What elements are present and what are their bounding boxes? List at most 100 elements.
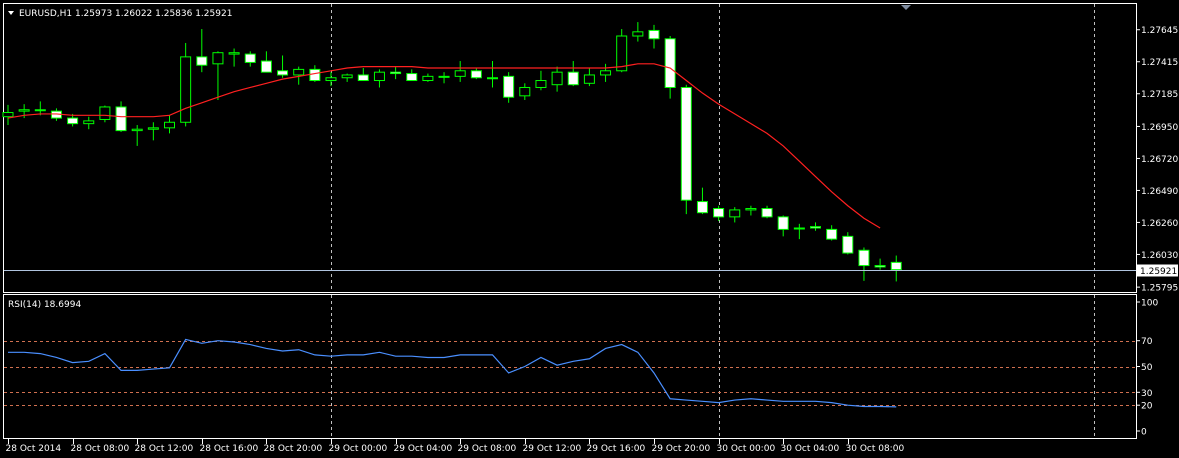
candle-body (535, 80, 547, 88)
candle-body (293, 68, 305, 76)
candle-body (131, 128, 143, 132)
candle (422, 73, 434, 82)
main-info-label: EURUSD,H1 1.25973 1.26022 1.25836 1.2592… (19, 9, 232, 19)
candle-body (34, 109, 46, 112)
candle-body (858, 249, 870, 267)
candle-body (583, 74, 595, 84)
candle (180, 42, 192, 127)
time-tick-label: 30 Oct 04:00 (781, 444, 840, 454)
candle (810, 222, 821, 231)
candle (874, 258, 886, 270)
candle-body (325, 77, 337, 82)
candle (777, 215, 789, 237)
candle (648, 24, 660, 49)
candle (696, 187, 708, 215)
candle (583, 68, 595, 87)
candle (826, 225, 838, 241)
vertical-grid (331, 4, 1095, 438)
candle (487, 61, 498, 88)
candle (632, 22, 644, 42)
candle (212, 51, 224, 100)
candle-body (2, 112, 14, 118)
price-tick-label: 1.26490 (1141, 187, 1178, 197)
candle (551, 66, 563, 92)
candle-body (793, 227, 805, 230)
candle (390, 66, 402, 80)
candle-body (890, 261, 902, 271)
candle-body (551, 71, 563, 86)
candle-body (503, 75, 515, 98)
candle-body (196, 56, 208, 66)
chart-window[interactable]: 1.27645 1.27415 1.27185 1.26950 1.26720 1.264… (0, 0, 1179, 458)
candle (2, 104, 14, 126)
candle-body (277, 70, 289, 76)
candle (503, 72, 515, 103)
candle-body (519, 86, 531, 97)
time-tick-label: 29 Oct 16:00 (587, 444, 646, 454)
candle-body (761, 208, 773, 218)
candle (858, 247, 870, 281)
candle-body (632, 31, 644, 37)
current-price-label: 1.25921 (1140, 267, 1177, 277)
candle-body (309, 68, 321, 82)
time-tick-label: 29 Oct 00:00 (329, 444, 388, 454)
candle (164, 115, 175, 134)
time-tick-label: 28 Oct 2014 (6, 444, 62, 454)
candle-body (729, 209, 741, 218)
candle-body (470, 70, 482, 79)
rsi-tick-label: 0 (1141, 428, 1147, 438)
collapse-triangle-icon[interactable] (8, 11, 14, 15)
time-tick-label: 28 Oct 08:00 (71, 444, 130, 454)
candle-body (260, 60, 272, 73)
current-price-line: 1.25921 (4, 264, 1178, 277)
price-tick-label: 1.26720 (1141, 155, 1178, 165)
candle (373, 69, 385, 88)
candle (83, 116, 95, 130)
candle (131, 125, 143, 146)
candle (519, 83, 531, 100)
candle-body (406, 73, 418, 82)
candle (842, 232, 854, 255)
shift-marker-icon[interactable] (901, 5, 911, 10)
candle (567, 61, 579, 87)
candle-body (228, 52, 240, 55)
candle (341, 73, 353, 82)
candle-body (777, 216, 789, 230)
candle (357, 68, 369, 82)
rsi-tick-label: 30 (1141, 389, 1153, 399)
candle-body (164, 121, 175, 129)
candle-body (648, 29, 660, 40)
price-tick-label: 1.27645 (1141, 26, 1178, 36)
main-pane-frame (3, 3, 1137, 293)
rsi-level-lines (4, 341, 1136, 406)
candle (147, 122, 159, 141)
rsi-tick-label: 20 (1141, 402, 1153, 412)
time-tick-label: 29 Oct 04:00 (394, 444, 453, 454)
candle (277, 55, 289, 78)
candles (2, 22, 902, 282)
candle-body (244, 53, 256, 63)
rsi-axis: 100 70 50 30 20 0 (1136, 299, 1158, 438)
time-tick-label: 29 Oct 08:00 (458, 444, 517, 454)
candle (761, 205, 773, 219)
candle-body (454, 70, 466, 77)
candle-body (357, 74, 369, 82)
chart-canvas[interactable]: 1.27645 1.27415 1.27185 1.26950 1.26720 1.264… (0, 0, 1179, 458)
time-tick-label: 30 Oct 08:00 (846, 444, 905, 454)
candle (793, 223, 805, 240)
rsi-pane-frame (3, 294, 1137, 439)
rsi-tick-label: 50 (1141, 363, 1153, 373)
rsi-info-label: RSI(14) 18.6994 (8, 300, 81, 310)
candle (535, 70, 547, 91)
time-tick-label: 28 Oct 12:00 (135, 444, 194, 454)
time-tick-label: 28 Oct 16:00 (200, 444, 259, 454)
rsi-line (8, 338, 897, 408)
price-tick-label: 1.26950 (1141, 123, 1178, 133)
candle-body (83, 120, 95, 125)
candle (470, 68, 482, 80)
candle-body (212, 52, 224, 65)
candle-body (67, 117, 79, 125)
candle-body (422, 75, 434, 82)
candle-body (180, 56, 192, 123)
candle (600, 63, 612, 82)
